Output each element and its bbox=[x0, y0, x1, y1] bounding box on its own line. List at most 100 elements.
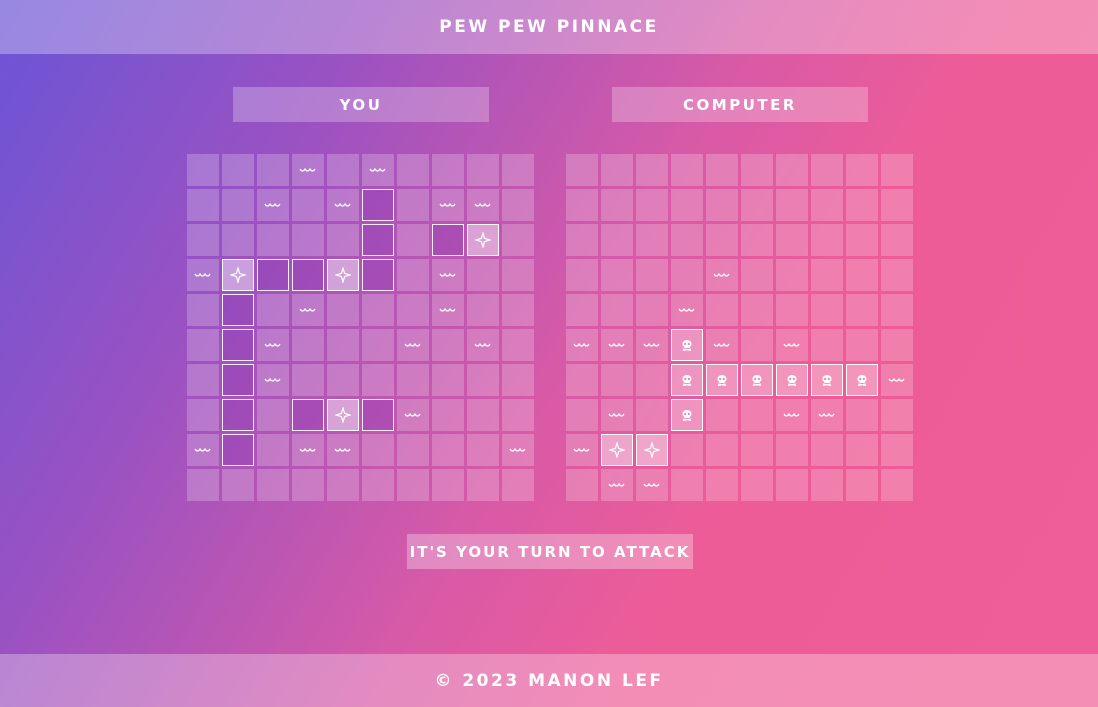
computer-cell[interactable] bbox=[846, 154, 878, 186]
computer-cell[interactable] bbox=[811, 189, 843, 221]
player-cell[interactable] bbox=[362, 434, 394, 466]
computer-cell[interactable] bbox=[566, 469, 598, 501]
player-cell[interactable] bbox=[327, 154, 359, 186]
player-cell-miss[interactable] bbox=[257, 189, 289, 221]
computer-cell[interactable] bbox=[741, 189, 773, 221]
player-cell-miss[interactable] bbox=[432, 259, 464, 291]
player-cell[interactable] bbox=[257, 224, 289, 256]
computer-cell[interactable] bbox=[671, 259, 703, 291]
computer-board[interactable] bbox=[566, 154, 914, 502]
computer-cell-miss[interactable] bbox=[566, 329, 598, 361]
computer-cell[interactable] bbox=[566, 364, 598, 396]
computer-cell[interactable] bbox=[881, 154, 913, 186]
computer-cell[interactable] bbox=[811, 434, 843, 466]
computer-cell-sunk[interactable] bbox=[846, 364, 878, 396]
player-cell-miss[interactable] bbox=[432, 294, 464, 326]
computer-cell[interactable] bbox=[776, 469, 808, 501]
player-cell[interactable] bbox=[362, 364, 394, 396]
player-cell[interactable] bbox=[502, 364, 534, 396]
computer-cell[interactable] bbox=[671, 224, 703, 256]
player-cell[interactable] bbox=[187, 399, 219, 431]
computer-cell-miss[interactable] bbox=[636, 329, 668, 361]
computer-cell[interactable] bbox=[846, 259, 878, 291]
computer-cell[interactable] bbox=[741, 294, 773, 326]
player-cell[interactable] bbox=[397, 224, 429, 256]
player-cell-miss[interactable] bbox=[432, 189, 464, 221]
player-cell[interactable] bbox=[397, 469, 429, 501]
player-cell-miss[interactable] bbox=[327, 189, 359, 221]
computer-cell[interactable] bbox=[846, 469, 878, 501]
player-cell[interactable] bbox=[467, 154, 499, 186]
player-cell[interactable] bbox=[397, 364, 429, 396]
player-cell[interactable] bbox=[502, 294, 534, 326]
computer-cell[interactable] bbox=[636, 224, 668, 256]
player-cell[interactable] bbox=[222, 189, 254, 221]
player-cell[interactable] bbox=[187, 329, 219, 361]
computer-cell[interactable] bbox=[636, 259, 668, 291]
computer-cell[interactable] bbox=[601, 189, 633, 221]
computer-cell[interactable] bbox=[566, 224, 598, 256]
computer-cell[interactable] bbox=[846, 329, 878, 361]
computer-cell[interactable] bbox=[636, 154, 668, 186]
player-cell[interactable] bbox=[432, 364, 464, 396]
computer-cell[interactable] bbox=[706, 154, 738, 186]
player-cell[interactable] bbox=[187, 469, 219, 501]
player-cell-ship[interactable] bbox=[432, 224, 464, 256]
player-cell[interactable] bbox=[362, 469, 394, 501]
player-cell[interactable] bbox=[222, 469, 254, 501]
computer-cell[interactable] bbox=[811, 294, 843, 326]
player-cell[interactable] bbox=[187, 154, 219, 186]
player-cell[interactable] bbox=[397, 434, 429, 466]
player-cell[interactable] bbox=[502, 259, 534, 291]
computer-cell[interactable] bbox=[706, 399, 738, 431]
player-cell[interactable] bbox=[222, 224, 254, 256]
computer-cell[interactable] bbox=[706, 469, 738, 501]
computer-cell-sunk[interactable] bbox=[671, 399, 703, 431]
computer-cell[interactable] bbox=[811, 469, 843, 501]
player-cell-miss[interactable] bbox=[187, 259, 219, 291]
player-cell[interactable] bbox=[257, 434, 289, 466]
player-cell[interactable] bbox=[397, 294, 429, 326]
player-cell[interactable] bbox=[327, 469, 359, 501]
player-cell-miss[interactable] bbox=[257, 364, 289, 396]
computer-cell[interactable] bbox=[601, 294, 633, 326]
computer-cell[interactable] bbox=[846, 224, 878, 256]
player-cell[interactable] bbox=[327, 329, 359, 361]
computer-cell[interactable] bbox=[671, 189, 703, 221]
computer-cell[interactable] bbox=[776, 224, 808, 256]
player-cell-ship[interactable] bbox=[222, 294, 254, 326]
player-cell-miss[interactable] bbox=[292, 154, 324, 186]
computer-cell-miss[interactable] bbox=[601, 329, 633, 361]
computer-cell[interactable] bbox=[846, 294, 878, 326]
player-cell[interactable] bbox=[432, 434, 464, 466]
computer-cell-miss[interactable] bbox=[811, 399, 843, 431]
player-cell[interactable] bbox=[467, 399, 499, 431]
player-cell[interactable] bbox=[502, 224, 534, 256]
player-cell[interactable] bbox=[467, 259, 499, 291]
player-cell[interactable] bbox=[467, 434, 499, 466]
computer-cell[interactable] bbox=[846, 189, 878, 221]
player-cell[interactable] bbox=[362, 329, 394, 361]
computer-cell[interactable] bbox=[741, 469, 773, 501]
computer-cell[interactable] bbox=[811, 259, 843, 291]
computer-cell-miss[interactable] bbox=[566, 434, 598, 466]
player-cell[interactable] bbox=[502, 189, 534, 221]
computer-cell[interactable] bbox=[706, 224, 738, 256]
player-cell-ship[interactable] bbox=[292, 399, 324, 431]
player-cell[interactable] bbox=[292, 329, 324, 361]
computer-cell-sunk[interactable] bbox=[776, 364, 808, 396]
computer-cell-miss[interactable] bbox=[776, 329, 808, 361]
player-cell[interactable] bbox=[187, 294, 219, 326]
computer-cell[interactable] bbox=[776, 434, 808, 466]
computer-cell[interactable] bbox=[706, 434, 738, 466]
computer-cell[interactable] bbox=[741, 154, 773, 186]
computer-cell[interactable] bbox=[671, 434, 703, 466]
computer-cell[interactable] bbox=[741, 329, 773, 361]
player-cell[interactable] bbox=[222, 154, 254, 186]
player-cell-hit[interactable] bbox=[327, 399, 359, 431]
player-cell[interactable] bbox=[432, 154, 464, 186]
player-cell[interactable] bbox=[327, 224, 359, 256]
computer-cell-sunk[interactable] bbox=[671, 329, 703, 361]
computer-cell[interactable] bbox=[881, 434, 913, 466]
player-cell-miss[interactable] bbox=[397, 399, 429, 431]
